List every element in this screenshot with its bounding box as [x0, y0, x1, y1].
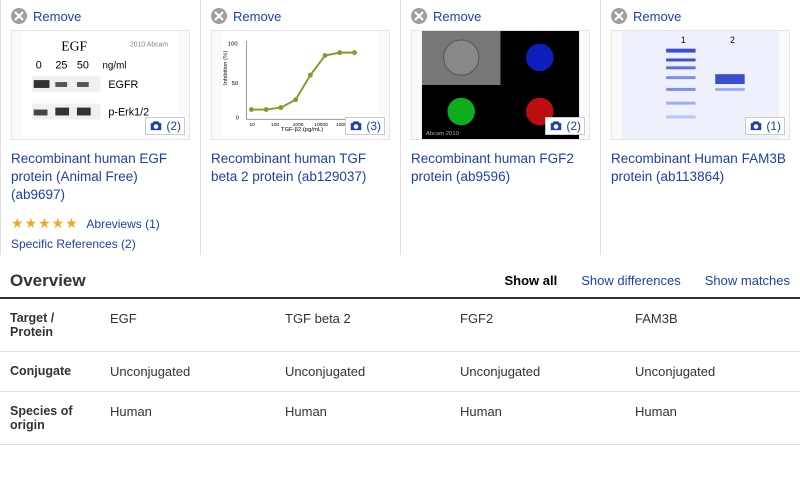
photo-count-badge[interactable]: (2) [545, 117, 585, 135]
table-row: Target / Protein EGF TGF beta 2 FGF2 FAM… [0, 299, 800, 352]
remove-label: Remove [633, 9, 681, 24]
overview-title: Overview [10, 271, 505, 291]
svg-text:0: 0 [36, 59, 42, 71]
photo-count-badge[interactable]: (2) [145, 117, 185, 135]
photo-count: (2) [166, 119, 181, 133]
photo-count: (1) [766, 119, 781, 133]
camera-icon [349, 120, 363, 132]
product-thumbnail[interactable]: 100500 Inhibition (%) TGF-β2 (pg/mL) 101… [211, 30, 390, 140]
remove-label: Remove [433, 9, 481, 24]
svg-text:1000: 1000 [293, 122, 304, 128]
attr-value: Unconjugated [450, 351, 625, 391]
attr-value: FAM3B [625, 299, 800, 352]
attr-value: Human [625, 391, 800, 444]
svg-text:2: 2 [730, 35, 735, 45]
attr-value: Human [450, 391, 625, 444]
svg-text:EGFR: EGFR [108, 79, 138, 91]
photo-count: (3) [366, 119, 381, 133]
product-thumbnail[interactable]: 1 2 (1) [611, 30, 790, 140]
close-icon [611, 8, 627, 24]
svg-text:p-Erk1/2: p-Erk1/2 [108, 106, 149, 118]
close-icon [11, 8, 27, 24]
specific-references-link[interactable]: Specific References (2) [11, 237, 136, 251]
show-all-toggle[interactable]: Show all [505, 273, 558, 288]
product-thumbnail[interactable]: Abcam 2010 (2) [411, 30, 590, 140]
show-matches-toggle[interactable]: Show matches [705, 273, 790, 288]
product-name-link[interactable]: Recombinant Human FAM3B protein (ab11386… [611, 150, 790, 186]
remove-label: Remove [233, 9, 281, 24]
product-thumbnail[interactable]: EGF 2010 Abcam 0 25 50 ng/ml EGFR p-Erk1/2… [11, 30, 190, 140]
attr-value: Unconjugated [625, 351, 800, 391]
photo-count-badge[interactable]: (1) [745, 117, 785, 135]
star-rating: ★★★★★ [11, 215, 79, 231]
product-name-link[interactable]: Recombinant human TGF beta 2 protein (ab… [211, 150, 390, 186]
remove-button[interactable]: Remove [411, 8, 590, 24]
svg-text:Abcam 2010: Abcam 2010 [426, 131, 460, 137]
attribute-table: Target / Protein EGF TGF beta 2 FGF2 FAM… [0, 299, 800, 445]
product-column: Remove 100500 Inhibition (%) TGF-β2 (pg/… [200, 0, 400, 255]
photo-count: (2) [566, 119, 581, 133]
remove-button[interactable]: Remove [211, 8, 390, 24]
attr-value: FGF2 [450, 299, 625, 352]
close-icon [211, 8, 227, 24]
svg-text:2010 Abcam: 2010 Abcam [130, 42, 168, 49]
table-row: Conjugate Unconjugated Unconjugated Unco… [0, 351, 800, 391]
svg-text:EGF: EGF [61, 39, 87, 54]
product-name-link[interactable]: Recombinant human EGF protein (Animal Fr… [11, 150, 190, 205]
show-differences-toggle[interactable]: Show differences [581, 273, 681, 288]
product-name-link[interactable]: Recombinant human FGF2 protein (ab9596) [411, 150, 590, 186]
close-icon [411, 8, 427, 24]
svg-text:100: 100 [271, 122, 279, 128]
camera-icon [749, 120, 763, 132]
product-compare-row: Remove EGF 2010 Abcam 0 25 50 ng/ml EGFR p… [0, 0, 800, 255]
remove-button[interactable]: Remove [611, 8, 790, 24]
product-column: Remove EGF 2010 Abcam 0 25 50 ng/ml EGFR p… [0, 0, 200, 255]
attr-label: Species of origin [0, 391, 100, 444]
product-column: Remove Abcam 2010 (2) Recombinant human … [400, 0, 600, 255]
attr-value: TGF beta 2 [275, 299, 450, 352]
remove-button[interactable]: Remove [11, 8, 190, 24]
overview-header: Overview Show all Show differences Show … [0, 263, 800, 299]
svg-text:100: 100 [228, 42, 239, 48]
attr-value: Unconjugated [275, 351, 450, 391]
svg-text:50: 50 [77, 59, 89, 71]
attr-value: Human [275, 391, 450, 444]
attr-value: EGF [100, 299, 275, 352]
attr-label: Conjugate [0, 351, 100, 391]
attr-value: Human [100, 391, 275, 444]
view-toggle: Show all Show differences Show matches [505, 273, 791, 288]
svg-text:1: 1 [681, 35, 686, 45]
product-column: Remove 12 (1) Recombinant Human FAM3B [600, 0, 800, 255]
svg-text:50: 50 [232, 81, 239, 87]
photo-count-badge[interactable]: (3) [345, 117, 385, 135]
rating-row: ★★★★★ Abreviews (1) [11, 215, 190, 232]
abreviews-link[interactable]: Abreviews (1) [86, 217, 159, 231]
attr-label: Target / Protein [0, 299, 100, 352]
svg-text:25: 25 [55, 59, 67, 71]
svg-text:10: 10 [249, 122, 255, 128]
svg-text:10000: 10000 [314, 122, 328, 128]
svg-text:Inhibition (%): Inhibition (%) [223, 51, 229, 85]
camera-icon [549, 120, 563, 132]
table-row: Species of origin Human Human Human Huma… [0, 391, 800, 444]
svg-text:ng/ml: ng/ml [102, 60, 126, 71]
remove-label: Remove [33, 9, 81, 24]
camera-icon [149, 120, 163, 132]
attr-value: Unconjugated [100, 351, 275, 391]
